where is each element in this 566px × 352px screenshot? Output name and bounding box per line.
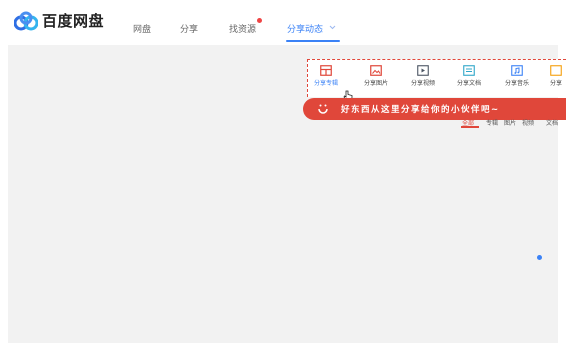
smile-icon (318, 104, 328, 114)
loading-dot (537, 255, 542, 260)
banner-text: 好东西从这里分享给你的小伙伴吧~ (341, 105, 500, 115)
share-album-button[interactable]: 分享专辑 (308, 65, 344, 87)
video-icon (417, 65, 429, 76)
new-notification-dot (257, 18, 262, 23)
logo-text: 百度网盘 (42, 12, 105, 30)
share-music-button[interactable]: 分享音乐 (499, 65, 535, 87)
share-promo-banner: 好东西从这里分享给你的小伙伴吧~ (303, 98, 566, 120)
filter-tab-video[interactable]: 视频 (522, 118, 534, 127)
share-album-label: 分享专辑 (313, 80, 338, 87)
active-nav-underline (286, 40, 340, 42)
other-icon (550, 65, 562, 76)
nav-item-netdisk[interactable]: 网盘 (133, 22, 151, 35)
filter-tab-album[interactable]: 专辑 (486, 118, 498, 127)
image-icon (370, 65, 382, 76)
share-document-button[interactable]: 分享文档 (451, 65, 487, 87)
active-filter-underline (461, 126, 479, 128)
logo[interactable]: 百度网盘 (14, 10, 104, 31)
top-bar: 百度网盘 网盘 分享 找资源 分享动态 (0, 0, 566, 44)
filter-tab-image[interactable]: 图片 (504, 118, 516, 127)
share-document-label: 分享文档 (456, 80, 481, 87)
share-other-button[interactable]: 分享 (544, 65, 566, 87)
music-icon (511, 65, 523, 76)
share-music-label: 分享音乐 (504, 80, 529, 87)
document-icon (463, 65, 475, 76)
baidu-netdisk-logo-icon (14, 11, 38, 30)
nav-item-find-resources[interactable]: 找资源 (229, 22, 256, 35)
album-icon (320, 65, 332, 76)
share-video-button[interactable]: 分享视频 (405, 65, 441, 87)
chevron-down-icon[interactable] (329, 25, 336, 30)
nav-item-share-feed[interactable]: 分享动态 (287, 22, 323, 35)
share-image-button[interactable]: 分享图片 (358, 65, 394, 87)
share-video-label: 分享视频 (410, 80, 435, 87)
share-image-label: 分享图片 (363, 80, 388, 87)
nav-item-share[interactable]: 分享 (180, 22, 198, 35)
share-other-label: 分享 (549, 80, 562, 87)
filter-tab-document[interactable]: 文档 (546, 118, 558, 127)
